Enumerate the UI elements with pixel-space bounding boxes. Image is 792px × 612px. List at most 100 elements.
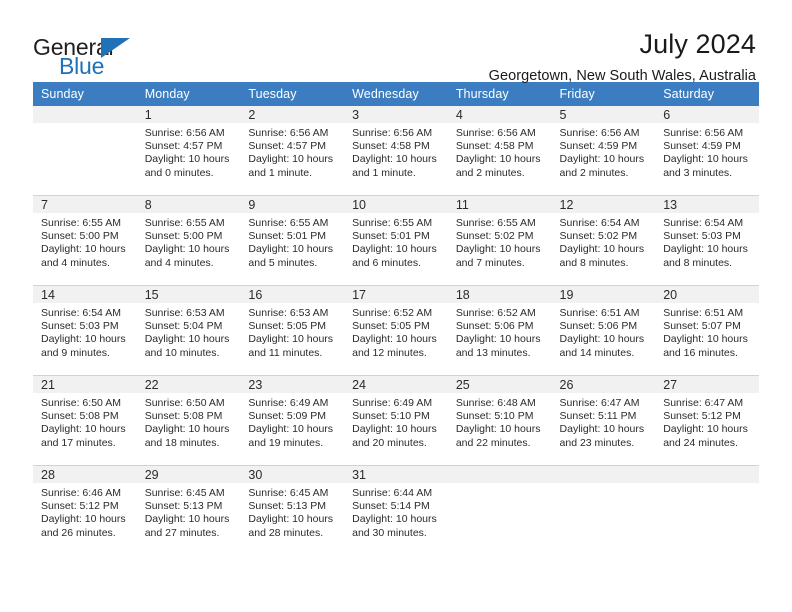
calendar-day-cell[interactable]: 28 Sunrise: 6:46 AM Sunset: 5:12 PM Dayligh…: [33, 465, 137, 555]
day-sun-info: [655, 483, 759, 487]
calendar-day-cell[interactable]: 2 Sunrise: 6:56 AM Sunset: 4:57 PM Daylight…: [240, 106, 345, 196]
day-info-line: and 26 minutes.: [41, 526, 116, 539]
calendar-day-cell[interactable]: 17 Sunrise: 6:52 AM Sunset: 5:05 PM Dayligh…: [344, 285, 448, 376]
day-info-line: Sunrise: 6:56 AM: [352, 127, 433, 139]
day-info-line: Daylight: 10 hours: [248, 333, 334, 346]
calendar-day-cell[interactable]: 16 Sunrise: 6:53 AM Sunset: 5:05 PM Dayligh…: [240, 285, 345, 376]
calendar-day-cell[interactable]: 29 Sunrise: 6:45 AM Sunset: 5:13 PM Dayligh…: [136, 465, 241, 555]
day-number: 19: [551, 286, 656, 303]
day-info-line: and 7 minutes.: [455, 256, 525, 269]
day-number: 22: [136, 376, 241, 393]
day-sun-info: Sunrise: 6:54 AM Sunset: 5:03 PM Daylight:…: [655, 213, 759, 270]
day-info-line: Daylight: 10 hours: [248, 243, 334, 256]
calendar-day-cell[interactable]: 3 Sunrise: 6:56 AM Sunset: 4:58 PM Daylight…: [344, 106, 448, 196]
day-info-line: and 6 minutes.: [352, 256, 421, 269]
day-sun-info: Sunrise: 6:56 AM Sunset: 4:58 PM Daylight:…: [344, 123, 448, 180]
calendar-day-cell[interactable]: 7 Sunrise: 6:55 AM Sunset: 5:00 PM Daylight…: [33, 195, 137, 286]
day-info-line: Sunrise: 6:55 AM: [248, 217, 329, 229]
calendar-week-row: 7 Sunrise: 6:55 AM Sunset: 5:00 PM Daylight…: [33, 195, 759, 286]
calendar-day-cell[interactable]: 30 Sunrise: 6:45 AM Sunset: 5:13 PM Dayligh…: [240, 465, 345, 555]
calendar-day-cell[interactable]: 22 Sunrise: 6:50 AM Sunset: 5:08 PM Dayligh…: [136, 375, 241, 466]
day-info-line: Sunrise: 6:49 AM: [248, 397, 329, 409]
calendar-day-cell[interactable]: 9 Sunrise: 6:55 AM Sunset: 5:01 PM Daylight…: [240, 195, 345, 286]
day-number: 3: [344, 106, 448, 123]
day-info-line: Daylight: 10 hours: [455, 153, 541, 166]
day-sun-info: Sunrise: 6:49 AM Sunset: 5:10 PM Daylight:…: [344, 393, 448, 450]
day-info-line: Sunrise: 6:45 AM: [144, 487, 225, 499]
day-info-line: and 19 minutes.: [248, 436, 324, 449]
day-number: 21: [33, 376, 137, 393]
day-cell-content: 24 Sunrise: 6:49 AM Sunset: 5:10 PM Dayligh…: [344, 376, 448, 465]
day-info-line: Sunrise: 6:54 AM: [663, 217, 744, 229]
day-sun-info: Sunrise: 6:49 AM Sunset: 5:09 PM Daylight:…: [240, 393, 344, 450]
day-info-line: Daylight: 10 hours: [455, 423, 541, 436]
day-info-line: and 5 minutes.: [248, 256, 318, 269]
day-info-line: Sunset: 5:03 PM: [663, 230, 741, 243]
day-cell-content: 30 Sunrise: 6:45 AM Sunset: 5:13 PM Dayligh…: [240, 466, 345, 555]
day-sun-info: Sunrise: 6:54 AM Sunset: 5:02 PM Daylight:…: [552, 213, 656, 270]
day-cell-content: 26 Sunrise: 6:47 AM Sunset: 5:11 PM Dayligh…: [551, 376, 656, 465]
day-sun-info: Sunrise: 6:54 AM Sunset: 5:03 PM Daylight:…: [33, 303, 137, 360]
calendar-day-cell[interactable]: 27 Sunrise: 6:47 AM Sunset: 5:12 PM Dayligh…: [655, 375, 759, 466]
calendar-day-cell[interactable]: 25 Sunrise: 6:48 AM Sunset: 5:10 PM Dayligh…: [447, 375, 552, 466]
day-info-line: and 1 minute.: [248, 166, 313, 179]
day-number: 25: [447, 376, 552, 393]
day-info-line: Daylight: 10 hours: [352, 423, 437, 436]
calendar-day-cell[interactable]: 23 Sunrise: 6:49 AM Sunset: 5:09 PM Dayligh…: [240, 375, 345, 466]
calendar-day-cell[interactable]: 12 Sunrise: 6:54 AM Sunset: 5:02 PM Dayligh…: [551, 195, 656, 286]
day-info-line: Sunrise: 6:49 AM: [352, 397, 433, 409]
day-cell-content: 13 Sunrise: 6:54 AM Sunset: 5:03 PM Dayligh…: [655, 196, 759, 285]
calendar-day-cell[interactable]: 5 Sunrise: 6:56 AM Sunset: 4:59 PM Daylight…: [551, 106, 656, 196]
day-info-line: Daylight: 10 hours: [559, 333, 645, 346]
day-info-line: and 22 minutes.: [455, 436, 531, 449]
day-cell-content: [447, 466, 552, 555]
calendar-day-cell[interactable]: 26 Sunrise: 6:47 AM Sunset: 5:11 PM Dayligh…: [551, 375, 656, 466]
day-info-line: Daylight: 10 hours: [455, 243, 541, 256]
calendar-day-cell: [655, 465, 759, 555]
day-info-line: Sunrise: 6:55 AM: [41, 217, 121, 229]
day-number: 5: [551, 106, 656, 123]
calendar-day-cell[interactable]: 31 Sunrise: 6:44 AM Sunset: 5:14 PM Dayligh…: [344, 465, 448, 555]
day-info-line: Sunset: 4:58 PM: [352, 140, 430, 153]
calendar-day-cell[interactable]: 18 Sunrise: 6:52 AM Sunset: 5:06 PM Dayligh…: [447, 285, 552, 376]
calendar-day-cell[interactable]: 15 Sunrise: 6:53 AM Sunset: 5:04 PM Dayligh…: [136, 285, 241, 376]
day-cell-content: 28 Sunrise: 6:46 AM Sunset: 5:12 PM Dayligh…: [33, 466, 137, 555]
day-info-line: and 17 minutes.: [41, 436, 116, 449]
day-sun-info: Sunrise: 6:56 AM Sunset: 4:57 PM Daylight:…: [137, 123, 241, 180]
day-info-line: and 4 minutes.: [144, 256, 214, 269]
day-info-line: Sunset: 5:07 PM: [663, 320, 741, 333]
calendar-day-cell[interactable]: 1 Sunrise: 6:56 AM Sunset: 4:57 PM Daylight…: [136, 106, 241, 196]
day-sun-info: Sunrise: 6:44 AM Sunset: 5:14 PM Daylight:…: [344, 483, 448, 540]
calendar-day-cell[interactable]: 11 Sunrise: 6:55 AM Sunset: 5:02 PM Dayligh…: [447, 195, 552, 286]
day-number: 31: [344, 466, 448, 483]
day-info-line: Sunset: 4:59 PM: [663, 140, 741, 153]
calendar-day-cell[interactable]: 6 Sunrise: 6:56 AM Sunset: 4:59 PM Daylight…: [655, 106, 759, 196]
day-cell-content: 29 Sunrise: 6:45 AM Sunset: 5:13 PM Dayligh…: [136, 466, 241, 555]
day-info-line: and 10 minutes.: [144, 346, 220, 359]
day-cell-content: 15 Sunrise: 6:53 AM Sunset: 5:04 PM Dayligh…: [136, 286, 241, 375]
calendar-day-cell[interactable]: 24 Sunrise: 6:49 AM Sunset: 5:10 PM Dayligh…: [344, 375, 448, 466]
day-cell-content: 2 Sunrise: 6:56 AM Sunset: 4:57 PM Daylight…: [240, 106, 345, 195]
calendar-day-cell[interactable]: 4 Sunrise: 6:56 AM Sunset: 4:58 PM Daylight…: [447, 106, 552, 196]
day-cell-content: 11 Sunrise: 6:55 AM Sunset: 5:02 PM Dayligh…: [447, 196, 552, 285]
calendar-day-cell[interactable]: 13 Sunrise: 6:54 AM Sunset: 5:03 PM Dayligh…: [655, 195, 759, 286]
day-info-line: Daylight: 10 hours: [663, 243, 748, 256]
general-blue-logo[interactable]: General Blue: [33, 30, 153, 82]
calendar-day-cell[interactable]: 8 Sunrise: 6:55 AM Sunset: 5:00 PM Daylight…: [136, 195, 241, 286]
calendar-day-cell[interactable]: 19 Sunrise: 6:51 AM Sunset: 5:06 PM Dayligh…: [551, 285, 656, 376]
calendar-week-row: 28 Sunrise: 6:46 AM Sunset: 5:12 PM Dayligh…: [33, 465, 759, 555]
day-info-line: Sunrise: 6:51 AM: [663, 307, 744, 319]
calendar-day-cell[interactable]: 20 Sunrise: 6:51 AM Sunset: 5:07 PM Dayligh…: [655, 285, 759, 376]
day-info-line: Sunrise: 6:48 AM: [455, 397, 536, 409]
calendar-day-cell[interactable]: 10 Sunrise: 6:55 AM Sunset: 5:01 PM Dayligh…: [344, 195, 448, 286]
day-info-line: Daylight: 10 hours: [248, 423, 334, 436]
day-number: 14: [33, 286, 137, 303]
day-cell-content: 31 Sunrise: 6:44 AM Sunset: 5:14 PM Dayligh…: [344, 466, 448, 555]
day-info-line: Sunset: 5:02 PM: [559, 230, 638, 243]
day-cell-content: 12 Sunrise: 6:54 AM Sunset: 5:02 PM Dayligh…: [551, 196, 656, 285]
calendar-day-cell[interactable]: 14 Sunrise: 6:54 AM Sunset: 5:03 PM Dayligh…: [33, 285, 137, 376]
calendar-day-cell[interactable]: 21 Sunrise: 6:50 AM Sunset: 5:08 PM Dayligh…: [33, 375, 137, 466]
day-info-line: and 18 minutes.: [144, 436, 220, 449]
calendar-body: 1 Sunrise: 6:56 AM Sunset: 4:57 PM Daylight…: [33, 106, 759, 555]
day-info-line: Daylight: 10 hours: [663, 153, 748, 166]
